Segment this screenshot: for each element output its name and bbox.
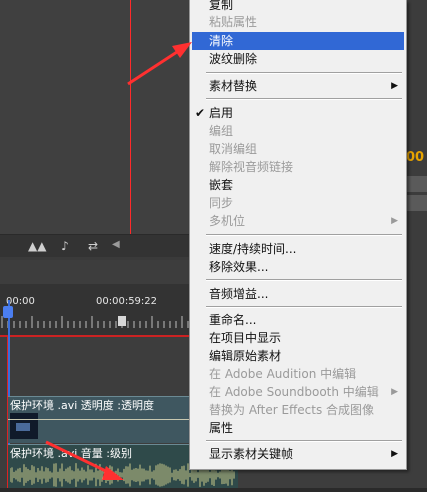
- menu-item-ripple-delete[interactable]: 波纹删除: [192, 50, 404, 68]
- work-area-bar: [0, 335, 190, 337]
- menu-item-speed-duration[interactable]: 速度/持续时间...: [192, 240, 404, 258]
- monitor-control-bar: ▲▲ ♪ ⇄ ◀: [0, 234, 190, 257]
- panel-control[interactable]: [406, 195, 427, 211]
- panel-control[interactable]: [406, 176, 427, 192]
- submenu-arrow-icon: ▶: [391, 216, 398, 226]
- menu-item-edit-original[interactable]: 编辑原始素材: [192, 347, 404, 365]
- scroll-left-icon[interactable]: ◀: [112, 239, 120, 250]
- audio-clip-label: 保护环境 .avi 音量 :级别: [10, 447, 132, 460]
- menu-item-group[interactable]: 编组: [192, 122, 404, 140]
- menu-item-clear[interactable]: 清除: [192, 32, 404, 50]
- menu-item-replace-with-ae[interactable]: 替换为 After Effects 合成图像: [192, 401, 404, 419]
- menu-item-show-keyframes[interactable]: 显示素材关键帧 ▶: [192, 445, 404, 463]
- video-clip[interactable]: 保护环境 .avi 透明度 :透明度: [8, 396, 190, 443]
- menu-item-enable[interactable]: ✔ 启用: [192, 104, 404, 122]
- work-area-marker: [118, 316, 126, 326]
- monitor-guide-line: [130, 0, 131, 246]
- playhead-handle[interactable]: [3, 306, 13, 318]
- lift-icon[interactable]: ▲▲: [28, 238, 46, 254]
- timecode-mid: 00:00:59:22: [96, 296, 158, 307]
- menu-separator: [206, 72, 402, 74]
- menu-item-nest[interactable]: 嵌套: [192, 176, 404, 194]
- menu-separator: [206, 440, 402, 442]
- menu-item-edit-in-soundbooth[interactable]: 在 Adobe Soundbooth 中编辑 ▶: [192, 383, 404, 401]
- menu-separator: [206, 98, 402, 100]
- menu-item-synchronize[interactable]: 同步: [192, 194, 404, 212]
- menu-separator: [206, 306, 402, 308]
- menu-item-edit-in-audition[interactable]: 在 Adobe Audition 中编辑: [192, 365, 404, 383]
- video-clip-label: 保护环境 .avi 透明度 :透明度: [10, 399, 154, 412]
- menu-item-remove-effects[interactable]: 移除效果...: [192, 258, 404, 276]
- menu-item-multi-camera[interactable]: 多机位 ▶: [192, 212, 404, 230]
- partial-timecode: 00: [406, 150, 425, 165]
- menu-item-copy[interactable]: 复制: [192, 0, 404, 14]
- clip-context-menu: 复制 粘贴属性 清除 波纹删除 素材替换 ▶ ✔ 启用 编组 取消编组 解除视音频链…: [189, 0, 407, 470]
- export-frame-icon[interactable]: ⇄: [84, 238, 102, 254]
- menu-item-reveal-in-project[interactable]: 在项目中显示: [192, 329, 404, 347]
- menu-separator: [206, 279, 402, 281]
- menu-separator: [206, 234, 402, 236]
- video-thumbnail: [10, 413, 38, 439]
- track-bottom-bar: [0, 488, 427, 492]
- menu-item-ungroup[interactable]: 取消编组: [192, 140, 404, 158]
- menu-item-unlink-av[interactable]: 解除视音频链接: [192, 158, 404, 176]
- program-monitor: [0, 0, 190, 234]
- time-ruler[interactable]: 00:00 00:00:59:22: [0, 284, 190, 336]
- submenu-arrow-icon: ▶: [391, 387, 398, 397]
- submenu-arrow-icon: ▶: [391, 449, 398, 459]
- menu-item-properties[interactable]: 属性: [192, 419, 404, 437]
- menu-item-rename[interactable]: 重命名...: [192, 311, 404, 329]
- ruler-ticks: [1, 316, 189, 328]
- menu-item-replace-footage[interactable]: 素材替换 ▶: [192, 77, 404, 95]
- right-panel-strip: [406, 0, 427, 260]
- check-icon: ✔: [195, 106, 206, 120]
- audio-icon[interactable]: ♪: [56, 238, 74, 254]
- opacity-rubberband[interactable]: [8, 419, 190, 420]
- submenu-arrow-icon: ▶: [391, 81, 398, 91]
- menu-item-audio-gain[interactable]: 音频增益...: [192, 285, 404, 303]
- menu-item-paste-attributes[interactable]: 粘贴属性: [192, 13, 404, 31]
